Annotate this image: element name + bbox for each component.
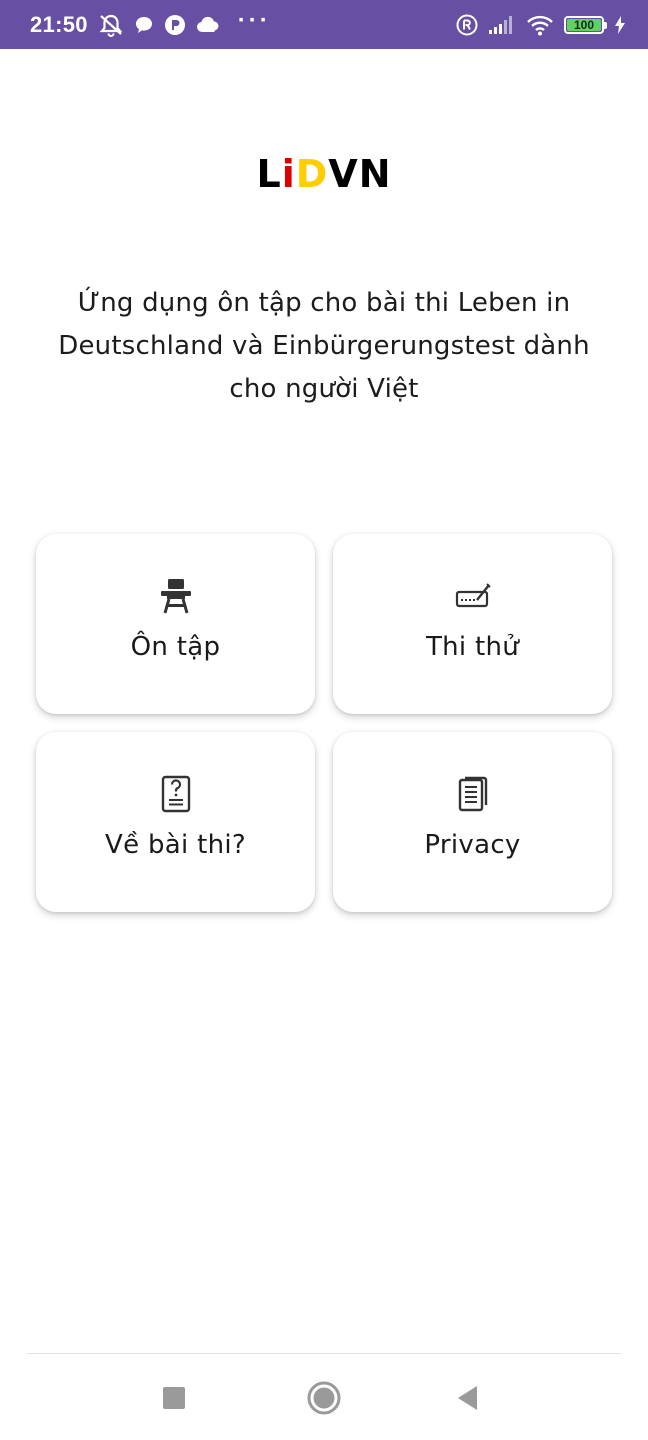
charging-icon [614, 15, 626, 35]
app-badge-icon [164, 14, 186, 36]
mock-test-button[interactable]: Thi thử [333, 534, 612, 714]
logo-letter: N [358, 152, 392, 196]
system-nav-bar [0, 1354, 648, 1440]
signature-icon [455, 576, 491, 616]
battery-level: 100 [573, 17, 595, 32]
review-label: Ôn tập [130, 632, 221, 662]
home-button[interactable] [304, 1378, 344, 1418]
about-exam-label: Về bài thi? [105, 830, 246, 860]
review-button[interactable]: Ôn tập [36, 534, 315, 714]
back-icon [458, 1386, 477, 1410]
status-bar-left: 21:50 ··· [30, 7, 271, 38]
privacy-button[interactable]: Privacy [333, 732, 612, 912]
status-bar: 21:50 ··· 100 [0, 0, 648, 49]
home-icon [307, 1381, 341, 1415]
cloud-icon [196, 16, 220, 34]
app-logo: LiDVN [0, 152, 648, 196]
wifi-icon [526, 14, 554, 36]
battery-icon: 100 [564, 15, 607, 34]
question-document-icon [161, 774, 191, 814]
about-exam-button[interactable]: Về bài thi? [36, 732, 315, 912]
back-button[interactable] [448, 1378, 488, 1418]
mock-test-label: Thi thử [425, 632, 520, 662]
chat-bubble-icon [134, 15, 154, 35]
app-description: Ứng dụng ôn tập cho bài thi Leben in Deu… [58, 288, 590, 404]
document-pages-icon [457, 774, 489, 814]
logo-letter: V [328, 152, 359, 196]
school-desk-icon [159, 576, 193, 616]
logo-letter: L [256, 152, 282, 196]
recent-apps-button[interactable] [154, 1378, 194, 1418]
privacy-label: Privacy [424, 830, 521, 860]
signal-icon [488, 15, 516, 35]
alarm-off-icon [98, 13, 124, 37]
status-time: 21:50 [30, 11, 88, 37]
logo-letter: D [295, 152, 329, 196]
status-bar-right: 100 [456, 14, 626, 36]
registered-icon [456, 14, 478, 36]
logo-letter: i [281, 152, 296, 196]
more-notifications-indicator: ··· [237, 6, 271, 34]
recent-apps-icon [163, 1387, 185, 1409]
